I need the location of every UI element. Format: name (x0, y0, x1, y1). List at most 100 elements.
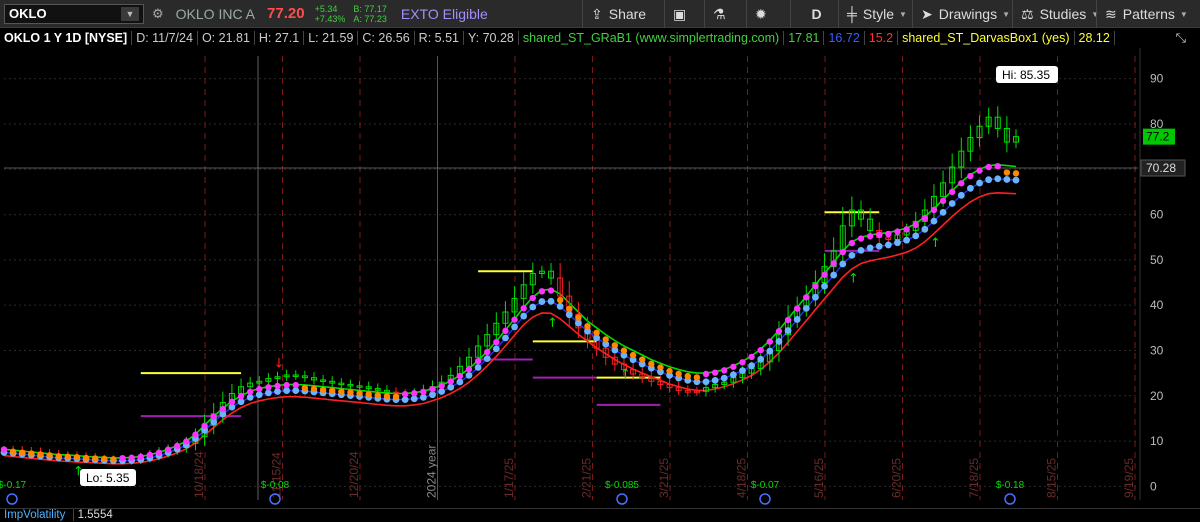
signal-dot (237, 393, 245, 400)
buy-arrow-icon: ↑ (620, 367, 631, 382)
buy-arrow-icon: ↑ (848, 272, 859, 287)
signal-dot (411, 390, 418, 397)
signal-dot (329, 387, 336, 394)
signal-dot (28, 450, 35, 457)
lower-study-bar: ImpVolatility 1.5554 (0, 508, 1200, 522)
gear-icon[interactable]: ⚙ (152, 6, 164, 22)
signal-dot (830, 260, 837, 267)
signal-dot (292, 381, 299, 389)
aggregation-button[interactable]: D (790, 0, 834, 28)
trend-dot (1003, 176, 1011, 183)
trend-dot (511, 323, 518, 331)
signal-dot (484, 348, 491, 356)
trend-dot (547, 297, 555, 305)
signal-dot (994, 162, 1001, 170)
signal-dot (365, 391, 372, 398)
signal-dot (392, 393, 400, 400)
study2-value: 28.12 (1075, 31, 1115, 45)
style-caret-icon: ▼ (899, 9, 907, 19)
trend-dot (502, 334, 509, 342)
collapse-icon[interactable]: ⤡ (1176, 30, 1186, 46)
studies-icon: ⚖ (1021, 5, 1034, 22)
buy-arrow-icon: ↑ (930, 236, 941, 251)
signal-dot (228, 398, 236, 406)
signal-dot (648, 360, 655, 368)
symbol-selector[interactable]: OKLO ▼ (4, 3, 144, 24)
signal-dot (547, 287, 555, 294)
share-icon: ⇪ (591, 5, 603, 22)
signal-dot (766, 338, 774, 345)
share-button[interactable]: ⇪ Share (582, 0, 646, 28)
change-abs: +5.34 (314, 3, 338, 14)
bid-ask: B: 77.17 A: 77.23 (353, 4, 387, 24)
last-price: 77.20 (267, 5, 305, 22)
signal-dot (602, 336, 609, 343)
signal-dot (748, 353, 755, 361)
signal-dot (137, 453, 144, 461)
trend-dot (556, 302, 564, 310)
share-label: Share (608, 6, 647, 22)
trend-dot (702, 378, 710, 386)
settings-button[interactable]: ✹ (746, 0, 782, 28)
trend-dot (821, 282, 828, 290)
signal-dot (174, 442, 181, 450)
trend-dot (875, 242, 883, 250)
signal-dot (566, 305, 573, 313)
trend-dot (474, 364, 482, 371)
patterns-button[interactable]: ≋ Patterns ▼ (1096, 0, 1188, 28)
signal-dot (538, 288, 546, 295)
signal-dot (219, 405, 227, 413)
info-high: H: 27.1 (255, 31, 305, 45)
signal-dot (967, 172, 974, 180)
trend-dot (720, 374, 728, 382)
price-chart[interactable]: 908070605040302010010/18/2411/15/2412/20… (0, 48, 1200, 508)
chart-background (0, 48, 1200, 508)
signal-dot (803, 294, 810, 301)
y-tick-label: 20 (1150, 389, 1164, 403)
trend-dot (739, 367, 746, 375)
signal-dot (702, 370, 710, 378)
y-tick-label: 50 (1150, 253, 1164, 267)
chevron-down-icon[interactable]: ▼ (121, 6, 139, 21)
patterns-label: Patterns (1122, 6, 1175, 22)
signal-dot (739, 359, 746, 366)
dividend-label: $-0.085 (605, 480, 639, 491)
signal-dot (848, 239, 856, 247)
info-range: R: 5.51 (415, 31, 464, 45)
patterns-caret-icon: ▼ (1179, 9, 1188, 19)
study1-value-3: 15.2 (865, 31, 899, 45)
dividend-label: $-0.07 (751, 480, 780, 491)
sell-arrow-icon: ↓ (274, 356, 285, 371)
x-tick-label: 7/18/25 (967, 458, 981, 498)
impvol-value: 1.5554 (72, 509, 113, 521)
dividend-label: $-0.17 (0, 480, 27, 491)
change-pct: +7.43% (314, 13, 346, 24)
info-y: Y: 70.28 (464, 31, 519, 45)
signal-dot (903, 226, 910, 233)
screenshot-button[interactable]: ▣ (664, 0, 698, 28)
ask: A: 77.23 (353, 13, 387, 24)
style-label: Style (862, 6, 895, 22)
signal-dot (976, 167, 983, 174)
trend-dot (903, 236, 910, 244)
bid: B: 77.17 (353, 3, 387, 14)
signal-dot (319, 386, 327, 393)
trend-dot (483, 355, 491, 363)
studies-button[interactable]: ⚖ Studies ▼ (1012, 0, 1099, 28)
company-name: OKLO INC A (175, 5, 256, 22)
trend-dot (748, 362, 756, 370)
study1-value-1: 17.81 (784, 31, 825, 45)
signal-dot (128, 454, 135, 461)
x-tick-label: 12/20/24 (347, 451, 361, 498)
signal-dot (301, 384, 309, 392)
signal-dot (246, 388, 254, 396)
camera-icon: ▣ (673, 5, 687, 22)
trend-dot (802, 304, 810, 312)
hi-label: Hi: 85.35 (1002, 68, 1050, 82)
signal-dot (46, 452, 53, 459)
flask-button[interactable]: ⚗ (704, 0, 740, 28)
style-button[interactable]: ╪ Style ▼ (838, 0, 907, 28)
signal-dot (447, 378, 454, 385)
drawings-button[interactable]: ➤ Drawings ▼ (912, 0, 1010, 28)
signal-dot (310, 385, 318, 393)
